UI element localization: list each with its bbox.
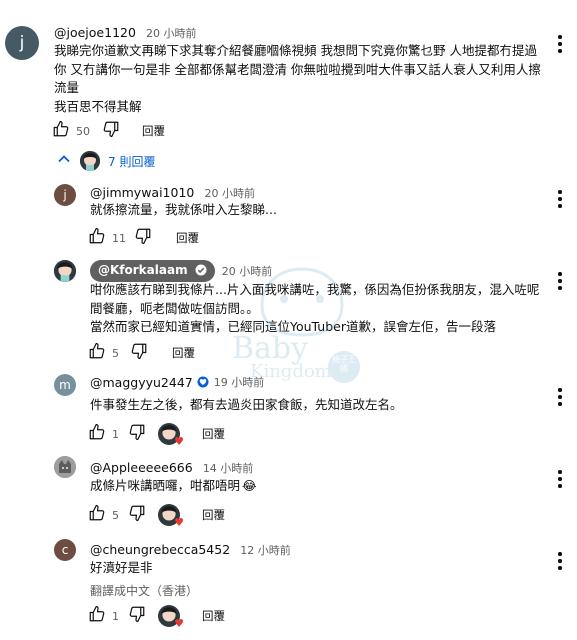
reply-actions: 5 回覆 [88,342,195,364]
laughing-emoji: 😂 [242,478,257,493]
kebab-menu-icon[interactable] [558,272,562,293]
reply-author[interactable]: @maggyyu2447 [90,375,193,390]
avatar-letter: c [61,543,69,557]
reply-header: @jimmywai1010 20 小時前 [90,182,255,201]
avatar-appleeeee666[interactable] [54,456,76,478]
verified-icon [195,264,207,280]
reply-time[interactable]: 20 小時前 [204,187,255,200]
reply-header: @cheungrebecca5452 12 小時前 [90,539,291,558]
reply-body: 咁你應該冇睇到我條片...片入面我咪講咗，我驚，係因為佢扮係我朋友，混入咗呢 間… [90,281,539,337]
reply-author: @Kforkalaam [98,263,188,277]
dislike-icon[interactable] [130,342,148,364]
reply-actions: 1 ♥ 回覆 [88,605,225,630]
like-count: 1 [112,427,119,441]
kebab-menu-icon[interactable] [558,35,562,56]
reply-author[interactable]: @jimmywai1010 [90,185,194,200]
like-count: 5 [112,346,119,360]
avatar-letter: j [19,33,25,53]
reply-header: @Kforkalaam 20 小時前 [90,260,272,282]
like-icon[interactable] [88,605,106,627]
reply-author[interactable]: @Appleeeee666 [90,460,193,475]
reply-button[interactable]: 回覆 [176,230,199,246]
reply-line: 件事發生左之後，都有去過炎田家食飯，先知道改左名。 [90,397,403,412]
reply-actions: 5 ♥ 回覆 [88,504,225,529]
dislike-icon[interactable] [128,423,146,445]
heart-icon: ♥ [174,435,184,448]
reply-line: 就係擦流量，我就係咁入左黎睇... [90,202,277,217]
like-count: 11 [112,231,126,245]
like-count: 50 [76,124,90,138]
comment-time[interactable]: 20 小時前 [146,27,197,40]
kebab-menu-icon[interactable] [558,552,562,573]
reply-button[interactable]: 回覆 [172,345,195,361]
comment-header: @joejoe1120 20 小時前 [54,22,197,41]
creator-heart[interactable]: ♥ [158,605,184,630]
dislike-icon[interactable] [102,120,120,142]
comment-line: 你 又冇講你一句是非 全部都係幫老闆澄清 你無啦啦攪到咁大件事又話人衰人又利用人… [54,61,541,77]
reply-body: 件事發生左之後，都有去過炎田家食飯，先知道改左名。 [90,396,403,415]
kebab-menu-icon[interactable] [558,470,562,491]
reply-line: 成條片咪講晒囉，咁都唔明 [90,478,241,493]
replies-count-label[interactable]: 7 則回覆 [108,153,155,170]
avatar-joejoe1120[interactable]: j [5,26,39,60]
comment-author[interactable]: @joejoe1120 [54,25,136,40]
avatar-kforkalaam[interactable] [54,260,76,282]
creator-handle-chip[interactable]: @Kforkalaam [90,260,215,282]
dislike-icon[interactable] [134,227,152,249]
reply-line: 間餐廳，呃老闆做咗個訪問。。 [90,300,259,316]
reply-body: 好濆好是非 [90,559,153,578]
reply-button[interactable]: 回覆 [202,426,225,442]
reply-body: 成條片咪講晒囉，咁都唔明 😂 [90,477,257,496]
reply-actions: 11 回覆 [88,227,199,249]
reply-line: 咁你應該冇睇到我條片...片入面我咪講咗，我驚，係因為佢扮係我朋友，混入咗呢 [90,282,540,297]
comment-line: 我百思不得其解 [54,98,142,114]
comment-actions: 50 回覆 [52,120,165,142]
like-icon[interactable] [88,504,106,526]
avatar-cheungrebecca5452[interactable]: c [54,539,76,561]
like-icon[interactable] [52,120,70,142]
reply-line: 當然而家已經知道實情，已經同這位YouTuber道歉，誤會左佢，告一段落 [90,319,496,334]
reply-button[interactable]: 回覆 [142,123,165,139]
like-icon[interactable] [88,227,106,249]
heart-icon: ♥ [174,516,184,529]
reply-time[interactable]: 12 小時前 [240,544,291,557]
like-count: 1 [112,609,119,623]
reply-body: 就係擦流量，我就係咁入左黎睇... [90,201,277,220]
replies-toggle[interactable]: 7 則回覆 [56,151,155,171]
reply-line: 好濆好是非 [90,560,153,575]
like-count: 5 [112,508,119,522]
reply-header: @maggyyu2447 19 小時前 [90,374,264,390]
comment-line: 流量 [54,80,80,95]
avatar-letter: m [59,378,71,392]
reply-actions: 1 ♥ 回覆 [88,423,225,448]
translate-link[interactable]: 翻譯成中文（香港） [90,582,198,599]
watermark-badge: 親子王國 [332,355,356,373]
creator-heart[interactable]: ♥ [158,423,184,448]
creator-avatar [80,151,100,171]
avatar-jimmywai1010[interactable]: j [54,184,76,206]
reply-time[interactable]: 19 小時前 [214,374,265,390]
reply-button[interactable]: 回覆 [202,608,225,624]
like-icon[interactable] [88,423,106,445]
heart-icon: ♥ [174,617,184,630]
avatar-maggyyu2447[interactable]: m [54,374,76,396]
reply-author[interactable]: @cheungrebecca5452 [90,542,230,557]
dislike-icon[interactable] [128,605,146,627]
like-icon[interactable] [88,342,106,364]
avatar-letter: j [63,188,67,202]
comment-body: 我睇完你道歉文再睇下求其奪介紹餐廳嗰條視頻 我想問下究竟你驚乜野 人地提都冇提過… [54,42,541,116]
creator-heart[interactable]: ♥ [158,504,184,529]
reply-time[interactable]: 20 小時前 [222,263,273,279]
kebab-menu-icon[interactable] [558,190,562,211]
reply-time[interactable]: 14 小時前 [203,462,254,475]
dislike-icon[interactable] [128,504,146,526]
kebab-menu-icon[interactable] [558,388,562,409]
chevron-up-icon[interactable] [56,151,72,171]
reply-button[interactable]: 回覆 [202,507,225,523]
heart-badge-icon [197,376,209,388]
comment-line: 我睇完你道歉文再睇下求其奪介紹餐廳嗰條視頻 我想問下究竟你驚乜野 人地提都冇提過 [54,43,537,58]
reply-header: @Appleeeee666 14 小時前 [90,457,253,476]
